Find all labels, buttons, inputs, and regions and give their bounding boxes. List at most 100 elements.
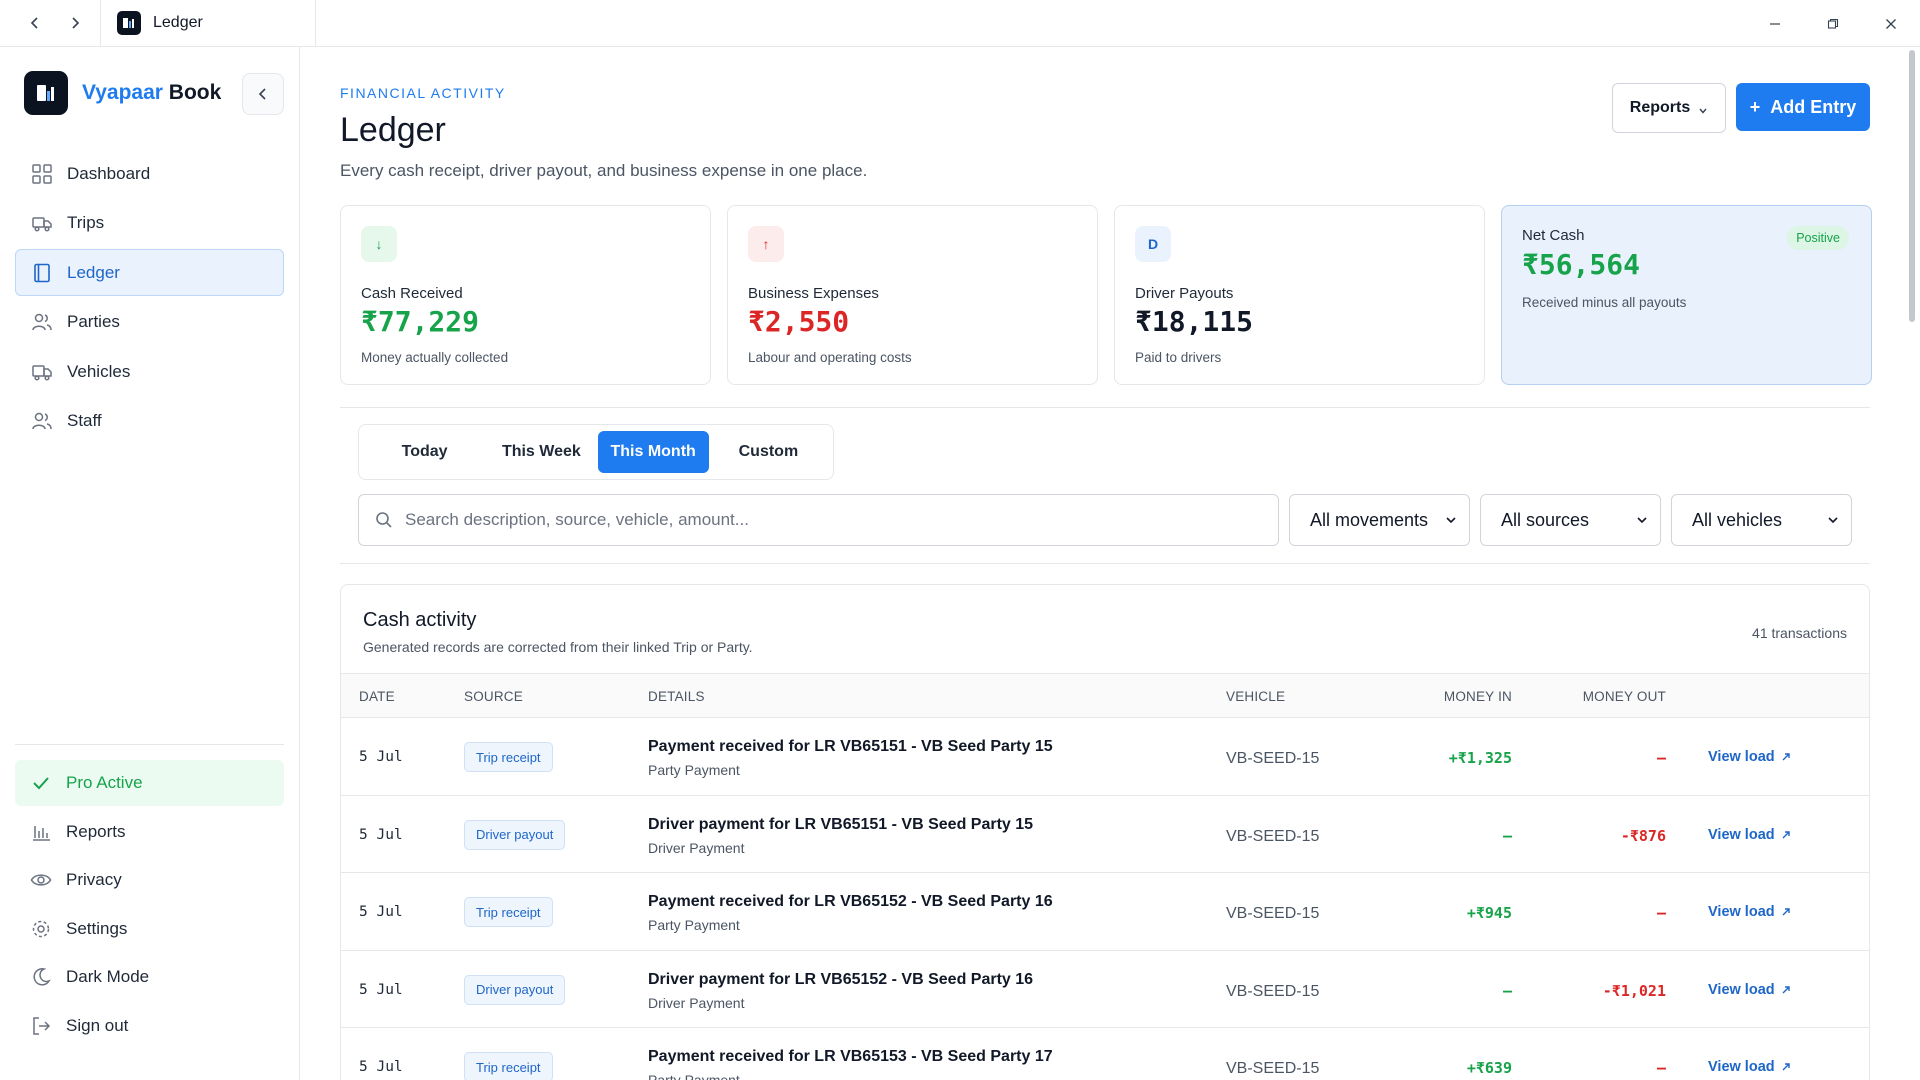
sidebar-item-dashboard[interactable]: Dashboard [15, 150, 284, 197]
eye-icon [30, 874, 52, 886]
sidebar: Vyapaar Book Dashboard Trips Ledger Part… [0, 47, 300, 1080]
brand-logo-icon [24, 71, 68, 115]
dark-mode-toggle[interactable]: Dark Mode [15, 954, 284, 1000]
sidebar-item-vehicles[interactable]: Vehicles [15, 348, 284, 395]
business-expenses-card: ↑ Business Expenses ₹2,550 Labour and op… [727, 205, 1098, 385]
sidebar-item-parties[interactable]: Parties [15, 299, 284, 346]
summary-cards: ↓ Cash Received ₹77,229 Money actually c… [340, 205, 1872, 385]
chevron-down-icon [1637, 517, 1647, 524]
tab-custom[interactable]: Custom [709, 431, 828, 473]
column-money-in: MONEY IN [1443, 689, 1512, 704]
external-link-icon [1782, 985, 1790, 993]
tab-today[interactable]: Today [364, 431, 485, 473]
truck-icon [32, 217, 52, 232]
titlebar: Ledger [0, 0, 1920, 47]
table-header: DATE SOURCE DETAILS VEHICLE MONEY IN MON… [341, 673, 1869, 718]
section-title: Cash activity [363, 609, 477, 631]
driver-payouts-value: ₹18,115 [1135, 305, 1254, 338]
tab-this-month[interactable]: This Month [597, 431, 709, 473]
source-badge: Trip receipt [464, 897, 553, 927]
brand-name: Vyapaar Book [82, 81, 222, 104]
movements-select[interactable]: All movements [1289, 494, 1470, 546]
net-cash-card: Net Cash Positive ₹56,564 Received minus… [1501, 205, 1872, 385]
brand: Vyapaar Book [24, 71, 221, 115]
main-content: FINANCIAL ACTIVITY Ledger Every cash rec… [300, 47, 1904, 1080]
pro-status[interactable]: Pro Active [15, 760, 284, 806]
bar-chart-icon [33, 825, 50, 841]
sign-out-button[interactable]: Sign out [15, 1003, 284, 1049]
back-icon[interactable] [22, 10, 48, 36]
chevron-down-icon [1699, 108, 1707, 114]
view-load-link[interactable]: View load [1708, 749, 1791, 765]
moon-icon [33, 968, 51, 986]
main-nav: Dashboard Trips Ledger Parties Vehicles … [15, 150, 284, 447]
column-source: SOURCE [464, 689, 523, 704]
view-load-link[interactable]: View load [1708, 982, 1791, 998]
window-tab: Ledger [100, 0, 316, 47]
arrow-down-icon: ↓ [361, 226, 397, 262]
staff-icon [32, 412, 52, 430]
view-load-link[interactable]: View load [1708, 1059, 1791, 1075]
section-subtitle: Generated records are corrected from the… [363, 639, 753, 655]
forward-icon[interactable] [62, 10, 88, 36]
column-money-out: MONEY OUT [1582, 689, 1666, 704]
add-entry-button[interactable]: + Add Entry [1736, 83, 1870, 131]
external-link-icon [1782, 1063, 1790, 1071]
sources-select[interactable]: All sources [1480, 494, 1661, 546]
app-logo-icon [117, 11, 141, 35]
table-row: 5 Jul Driver payout Driver payment for L… [341, 796, 1869, 873]
sidebar-divider [15, 744, 284, 745]
search-icon [376, 512, 392, 528]
sidebar-item-privacy[interactable]: Privacy [15, 857, 284, 903]
minimize-icon[interactable] [1746, 0, 1804, 47]
column-details: DETAILS [648, 689, 705, 704]
net-cash-value: ₹56,564 [1522, 248, 1641, 281]
collapse-sidebar-button[interactable] [242, 73, 284, 115]
chevron-down-icon [1828, 517, 1838, 524]
close-icon[interactable] [1862, 0, 1920, 47]
search-input[interactable] [405, 510, 1265, 530]
grid-icon [32, 163, 52, 184]
plus-icon: + [1749, 96, 1761, 117]
cash-received-card: ↓ Cash Received ₹77,229 Money actually c… [340, 205, 711, 385]
sidebar-item-ledger[interactable]: Ledger [15, 249, 284, 296]
view-load-link[interactable]: View load [1708, 827, 1791, 843]
window-title: Ledger [153, 14, 203, 31]
vehicle-icon [32, 364, 52, 381]
divider [340, 563, 1870, 564]
tab-this-week[interactable]: This Week [485, 431, 597, 473]
source-badge: Trip receipt [464, 1052, 553, 1080]
chevron-down-icon [1446, 517, 1456, 524]
reports-button[interactable]: Reports [1612, 83, 1726, 133]
chevron-left-icon [258, 88, 266, 100]
external-link-icon [1782, 753, 1790, 761]
source-badge: Driver payout [464, 819, 566, 850]
driver-payouts-card: D Driver Payouts ₹18,115 Paid to drivers [1114, 205, 1485, 385]
column-date: DATE [359, 689, 395, 704]
external-link-icon [1782, 908, 1790, 916]
sidebar-item-staff[interactable]: Staff [15, 398, 284, 445]
restore-icon[interactable] [1804, 0, 1862, 47]
table-row: 5 Jul Driver payout Driver payment for L… [341, 951, 1869, 1028]
cash-activity-panel: Cash activity Generated records are corr… [340, 584, 1870, 1080]
sign-out-icon [33, 1016, 51, 1035]
sidebar-item-trips[interactable]: Trips [15, 200, 284, 247]
source-badge: Trip receipt [464, 742, 553, 772]
scrollbar[interactable] [1904, 47, 1920, 1080]
external-link-icon [1782, 830, 1790, 838]
source-badge: Driver payout [464, 974, 566, 1005]
page-eyebrow: FINANCIAL ACTIVITY [340, 85, 506, 101]
gear-icon [32, 920, 50, 937]
scrollbar-thumb[interactable] [1909, 50, 1915, 322]
vehicles-select[interactable]: All vehicles [1671, 494, 1852, 546]
view-load-link[interactable]: View load [1708, 904, 1791, 920]
driver-icon: D [1135, 226, 1171, 262]
table-body: 5 Jul Trip receipt Payment received for … [341, 718, 1869, 1080]
search-box [358, 494, 1279, 546]
transaction-count: 41 transactions [1752, 625, 1847, 641]
arrow-up-icon: ↑ [748, 226, 784, 262]
sidebar-item-settings[interactable]: Settings [15, 906, 284, 952]
table-row: 5 Jul Trip receipt Payment received for … [341, 873, 1869, 951]
table-row: 5 Jul Trip receipt Payment received for … [341, 718, 1869, 796]
sidebar-item-reports[interactable]: Reports [15, 809, 284, 855]
